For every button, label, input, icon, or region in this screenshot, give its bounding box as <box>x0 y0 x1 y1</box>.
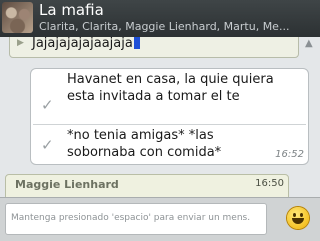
check-icon: ✓ <box>41 136 54 154</box>
play-arrow-icon: ▶ <box>17 38 24 48</box>
emoji-eye <box>293 213 296 217</box>
emoji-icon[interactable] <box>287 207 309 229</box>
check-icon: ✓ <box>41 96 54 114</box>
outgoing-message-bubble[interactable]: ✓ Havanet en casa, la quie quiera esta i… <box>30 68 309 165</box>
input-placeholder: Mantenga presionado 'espacio' para envia… <box>11 213 251 223</box>
message-input[interactable]: Mantenga presionado 'espacio' para envia… <box>5 203 267 235</box>
scroll-up-icon[interactable]: ▲ <box>305 38 313 49</box>
text-caret <box>133 37 140 49</box>
message-timestamp: 16:52 <box>275 149 304 160</box>
sender-name: Maggie Lienhard <box>15 178 119 191</box>
message-timestamp: 16:50 <box>255 178 284 189</box>
chat-members: Clarita, Clarita, Maggie Lienhard, Martu… <box>39 20 290 33</box>
message-divider <box>33 124 306 125</box>
incoming-message-bubble[interactable]: Maggie Lienhard 16:50 · · · · · · <box>5 174 289 197</box>
message-text: Havanet en casa, la quie quiera esta inv… <box>67 72 274 104</box>
draft-text: Jajajajajajaajaja <box>32 37 133 51</box>
compose-bar: Mantenga presionado 'espacio' para envia… <box>0 197 320 241</box>
message-text: *no tenia amigas* *las sobornaba con com… <box>67 128 222 160</box>
group-avatar[interactable] <box>2 2 33 33</box>
draft-message[interactable]: ▶ Jajajajajajaajaja <box>9 37 299 58</box>
emoji-mouth <box>292 218 304 224</box>
emoji-eye <box>300 213 303 217</box>
message-list[interactable]: ▶ Jajajajajajaajaja ▲ ✓ Havanet en casa,… <box>0 37 320 197</box>
chat-title[interactable]: La mafia <box>39 1 104 19</box>
chat-header: La mafia Clarita, Clarita, Maggie Lienha… <box>0 0 320 37</box>
